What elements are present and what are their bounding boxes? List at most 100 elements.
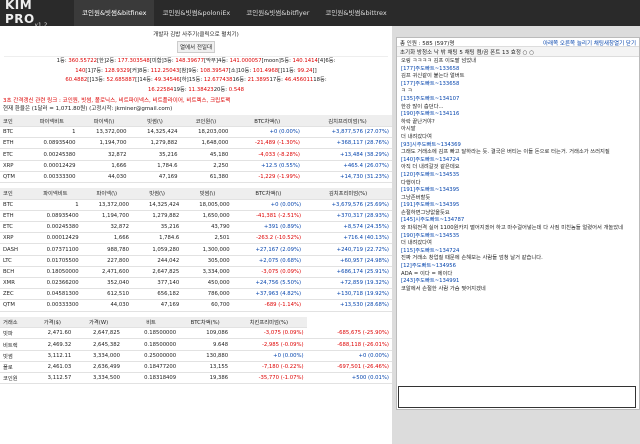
chat-input[interactable] <box>398 386 636 408</box>
table-cell: 폴로 <box>0 361 31 374</box>
table-cell: -4,033 (-8.28%) <box>231 148 303 161</box>
volume-token: 177.303548 <box>117 58 150 64</box>
table-cell: -41,381 (-2.51%) <box>232 210 305 223</box>
table-cell: ETC <box>0 221 30 234</box>
chat-links[interactable]: 아래쪽 오른쪽 늘리기 채팅새창열기 닫기 <box>543 39 636 47</box>
table-cell: BCH <box>0 266 30 279</box>
volume-line: 60.4882[]13등: 52.685887[]14등: 49.34546[하… <box>4 76 388 86</box>
column-header[interactable]: 파이넥(\) <box>78 115 130 128</box>
volume-token: 140 <box>75 67 86 74</box>
column-header[interactable]: 빗썸(\) <box>182 188 233 200</box>
table-row: 코인원 3,112.57 3,334,500 0.18318409 19,386 -35,… <box>0 372 392 385</box>
table-row: ETC 0.00245380 32,872 35,216 43,790 +391 (0.8… <box>0 221 392 234</box>
table-coinone: 코인 파이넥비트 파이넥(\) 빗썸(\) 코인원(\) BTC차액(\) 김치프리미엄(%… <box>0 115 392 184</box>
column-header[interactable]: 코인 <box>0 188 30 200</box>
column-header[interactable]: 코인원(\) <box>180 115 232 128</box>
column-header[interactable]: 코인 <box>0 115 26 128</box>
table-cell: +686,174 (25.91%) <box>304 266 392 279</box>
table-cell: 227,800 <box>81 255 132 267</box>
volume-token: 128.9329 <box>104 67 130 74</box>
table-row: 빗썸 3,112.11 3,334,000 0.25000000 130,880 +0 (… <box>0 350 392 362</box>
table-cell: +72,859 (19.32%) <box>304 277 392 290</box>
column-header[interactable]: 거래소 <box>0 316 31 329</box>
table-cell: -3,075 (0.09%) <box>232 266 305 279</box>
column-header[interactable]: 빗썸(\) <box>129 115 181 128</box>
chat-message: [145]시주도빠트~134787 <box>401 217 465 224</box>
chat-message: 아직 더 내려갈것 같은데요 <box>401 164 460 171</box>
table-cell: 2,636,499 <box>74 361 123 374</box>
table-cell: 0.04581300 <box>29 288 82 301</box>
volume-token: 18등: <box>313 77 327 84</box>
donate-toggle[interactable]: 개발자 김밥 사주기(클릭으로 펼치기) <box>133 29 259 39</box>
volume-token: 6등: <box>325 58 336 64</box>
volume-token: 11등: <box>282 67 298 74</box>
volume-token: 3등: <box>163 58 176 64</box>
volume-line: 140[1]7등: 128.9329[커]8등: 112.25043[참]9등:… <box>4 67 388 77</box>
volume-token: [한 <box>96 58 104 64</box>
volume-token: [미합 <box>149 58 162 64</box>
column-header[interactable]: 파이넥(\) <box>81 188 132 200</box>
table-cell: -3,075 (0.09%) <box>231 327 307 340</box>
table-cell: 1,194,700 <box>81 210 132 223</box>
table-cell: 35,216 <box>129 148 181 161</box>
column-header[interactable]: 치킨프리미엄(%) <box>231 316 307 329</box>
tab-poloniex[interactable]: 코인원&빗썸&poloniEx <box>154 0 238 26</box>
table-cell: 1,059,280 <box>131 243 183 256</box>
expand-button[interactable]: 열에서 전일대 <box>177 41 215 53</box>
table-cell: 1,784.6 <box>129 160 181 172</box>
column-header[interactable]: 가격($) <box>30 316 75 329</box>
table-row: BTC 1 13,372,000 14,325,424 18,203,000 +0 (0.… <box>0 126 392 139</box>
table-header: 거래소 가격($) 가격(W) 비트 BTC차액(%) 치킨프리미엄(%) <box>0 316 392 329</box>
volume-token: 140.1414 <box>292 58 318 64</box>
volume-token: 7등: <box>92 67 105 74</box>
table-cell: +3,679,576 (25.69%) <box>304 199 392 211</box>
table-cell: XMR <box>0 277 30 290</box>
table-cell: -2,985 (-0.09%) <box>231 338 307 351</box>
column-header[interactable]: 김치프리미엄(%) <box>304 188 392 200</box>
table-cell: +8,574 (24.35%) <box>304 221 392 234</box>
table-cell: 109,086 <box>179 327 232 340</box>
table-cell: +716.4 (40.13%) <box>304 232 392 245</box>
column-header[interactable]: 파이넥비트 <box>29 188 82 200</box>
table-cell: 1 <box>25 126 79 139</box>
table-cell: 0.02366200 <box>29 277 82 290</box>
table-cell: XRP <box>0 232 30 245</box>
tab-bittrex[interactable]: 코인원&빗썸&bittrex <box>317 0 394 26</box>
table-cell: +2,075 (0.68%) <box>232 255 305 267</box>
volume-token: 4등: <box>217 58 230 64</box>
column-header[interactable]: 비트 <box>122 316 180 329</box>
table-cell: +500 (0.01%) <box>306 372 392 385</box>
table-cell: 44,030 <box>81 299 132 312</box>
chat-toolbar[interactable]: 초기화 방청소 낙 밖 채팅 5 채팅 켬/끔 폰트 13 효정 ○ ○ <box>397 47 639 57</box>
volume-token: [커 <box>129 67 137 74</box>
table-row: 폴로 2,461.03 2,636,499 0.18477200 13,155 -7,18… <box>0 361 392 374</box>
app-logo[interactable]: KIM PROv1.2 <box>0 0 74 28</box>
table-cell: +368,117 (28.76%) <box>302 137 392 150</box>
logo-text: KIM PRO <box>5 0 35 26</box>
tab-bitflyer[interactable]: 코인원&빗썸&bitflyer <box>238 0 317 26</box>
column-header[interactable]: BTC차액(\) <box>232 188 305 200</box>
volume-token: 19등: <box>173 86 189 93</box>
chat-message: 더 내려갔다여 <box>401 133 432 140</box>
table-row: BCH 0.18050000 2,471,600 2,647,825 3,334,000… <box>0 266 392 279</box>
table-cell: 44,030 <box>78 171 130 184</box>
table-cell: 14,325,424 <box>131 199 183 211</box>
tab-bitfinex[interactable]: 코인원&빗썸&bitfinex <box>74 0 155 26</box>
table-cell: 612,510 <box>81 288 132 301</box>
volume-token: 15등: <box>188 77 204 84</box>
column-header[interactable]: 가격(W) <box>74 316 123 329</box>
table-cell: -1,229 (-1.99%) <box>231 171 303 184</box>
table-cell: 0.18500000 <box>122 338 180 351</box>
column-header[interactable]: 빗썸(\) <box>131 188 183 200</box>
chat-messages[interactable]: 오링 ㅋㅋㅋㅋ 김프 이도팔 넘었내 [177]주도빠트~133658 김프 귀신같… <box>397 57 639 294</box>
column-header[interactable]: 김치프리미엄(%) <box>302 115 392 128</box>
volume-token: 112.25043 <box>150 67 180 74</box>
table-cell: 786,000 <box>182 288 233 301</box>
column-header[interactable]: 파이넥비트 <box>25 115 79 128</box>
column-header[interactable]: BTC차액(\) <box>231 115 303 128</box>
notice-links[interactable]: 3초 간격갱신 관련 링크 : 코인원, 빗썸, 폴로닉스, 비트파이넥스, 비… <box>3 98 230 104</box>
column-header[interactable]: BTC차액(%) <box>179 316 232 329</box>
table-cell: 2,647,825 <box>131 266 183 279</box>
volume-token: 141.000057 <box>229 58 262 64</box>
table-cell: +391 (0.89%) <box>232 221 305 234</box>
